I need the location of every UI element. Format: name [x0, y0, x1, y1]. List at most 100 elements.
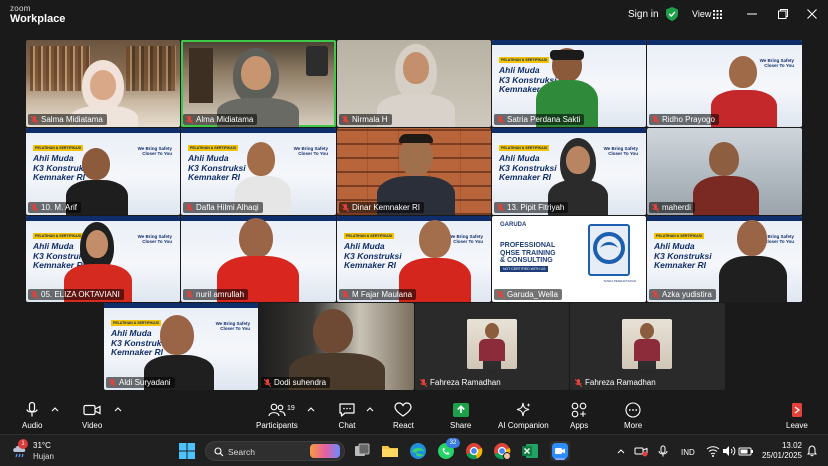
video-tile[interactable]: PELATIHAN & SERTIFIKASI Ahli Muda K3 Kons… — [647, 216, 802, 302]
chat-button[interactable]: Chat — [338, 402, 356, 430]
video-button[interactable]: Video — [82, 402, 102, 430]
mic-muted-icon — [186, 115, 193, 124]
promo-slogan-line: We Bring Safety — [759, 58, 794, 63]
video-tile[interactable]: Dodi suhendra — [259, 303, 414, 390]
leave-button[interactable]: Leave — [786, 402, 808, 430]
video-tile[interactable]: PELATIHAN & SERTIFIKASI Ahli Muda K3 Kons… — [492, 128, 646, 215]
notification-bell-icon[interactable] — [806, 441, 818, 461]
video-tile-camera-off[interactable]: Fahreza Ramadhan — [570, 303, 725, 390]
weather-widget[interactable]: 1 31°C Hujan — [11, 439, 71, 462]
mic-muted-icon — [497, 290, 504, 299]
participants-count: 19 — [287, 405, 295, 412]
excel-icon[interactable] — [520, 441, 540, 461]
wifi-icon[interactable] — [706, 441, 720, 461]
microphone-tray-icon[interactable] — [656, 441, 670, 461]
door-frame — [189, 48, 213, 103]
video-tile-camera-off[interactable]: Fahreza Ramadhan — [415, 303, 569, 390]
video-tile[interactable]: We Bring Safety Closer To You Ridho Prayo… — [647, 40, 802, 127]
heart-icon — [394, 402, 413, 417]
video-tile[interactable]: Nirmala H — [337, 40, 491, 127]
promo-tag: PELATIHAN & SERTIFIKASI — [111, 320, 162, 326]
grid-view-icon[interactable] — [713, 10, 722, 19]
battery-icon[interactable] — [738, 441, 754, 461]
taskbar-clock[interactable]: 13.02 25/01/2025 — [760, 441, 802, 461]
volume-icon[interactable] — [722, 441, 736, 461]
promo-title: Ahli Muda K3 Konstruksi Kemnaker RI — [654, 241, 712, 271]
video-tile[interactable]: PELATIHAN & SERTIFIKASI Ahli Muda K3 Kons… — [26, 216, 180, 302]
ai-companion-button[interactable]: AI Companion — [498, 402, 549, 430]
zoom-taskbar-app[interactable] — [550, 441, 570, 461]
leave-label: Leave — [786, 421, 808, 430]
windows-start-icon[interactable] — [177, 441, 197, 461]
video-tile[interactable]: PELATIHAN & SERTIFIKASI Ahli Muda K3 Kons… — [337, 216, 491, 302]
promo-title-line: K3 Konstruksi — [188, 162, 246, 173]
more-button[interactable]: More — [624, 402, 642, 430]
promo-title-line: K3 Konstruksi — [654, 250, 712, 261]
video-tile[interactable]: PELATIHAN & SERTIFIKASI Ahli Muda K3 Kons… — [26, 128, 180, 215]
video-tile[interactable]: PELATIHAN & SERTIFIKASI Ahli Muda K3 Kons… — [104, 303, 258, 390]
promo-title-line: Ahli Muda — [499, 65, 540, 75]
input-language[interactable]: IND — [681, 448, 695, 457]
video-tile[interactable]: Salma Midiatama — [26, 40, 180, 127]
promo-slogan: We Bring Safety Closer To You — [294, 146, 328, 157]
sign-in-link[interactable]: Sign in — [628, 9, 659, 20]
video-tile[interactable]: Dinar Kemnaker RI — [337, 128, 491, 215]
participant-name-tag: 13. Pipit Fitriyah — [494, 202, 569, 213]
mic-muted-icon — [342, 290, 349, 299]
show-hidden-icons-chevron-icon[interactable] — [616, 441, 626, 461]
whatsapp-app[interactable]: 32 — [436, 438, 460, 461]
file-explorer-icon[interactable] — [380, 441, 400, 461]
promo-slogan-line: Closer To You — [764, 239, 794, 245]
brand-large: Workplace — [10, 13, 66, 25]
apps-button[interactable]: Apps — [570, 402, 588, 430]
weather-badge: 1 — [18, 439, 28, 449]
mic-muted-icon — [497, 203, 504, 212]
participants-options-chevron-up-icon[interactable] — [307, 406, 315, 412]
video-options-chevron-up-icon[interactable] — [114, 406, 122, 412]
face — [239, 218, 273, 258]
garuda-heading-line: QHSE TRAINING — [500, 249, 556, 257]
share-screen-icon — [452, 403, 469, 417]
react-button[interactable]: React — [393, 402, 414, 430]
promo-bar — [647, 216, 802, 221]
profile-picture — [467, 319, 517, 369]
task-view-icon[interactable] — [352, 441, 372, 461]
chat-options-chevron-up-icon[interactable] — [366, 406, 374, 412]
video-tile[interactable]: PELATIHAN & SERTIFIKASI Ahli Muda K3 Kons… — [492, 40, 646, 127]
mic-muted-icon — [186, 203, 193, 212]
chrome-profile-icon[interactable] — [492, 441, 512, 461]
chrome-icon[interactable] — [464, 441, 484, 461]
participants-label: Participants — [256, 421, 298, 430]
minimize-icon[interactable] — [746, 8, 758, 20]
video-label: Video — [82, 421, 103, 430]
face — [247, 142, 275, 176]
video-tile[interactable]: maherdi — [647, 128, 802, 215]
video-tile[interactable]: PELATIHAN & SERTIFIKASI Ahli Muda K3 Kons… — [181, 128, 336, 215]
shield-check-icon[interactable] — [666, 7, 678, 21]
audio-options-chevron-up-icon[interactable] — [51, 406, 59, 412]
close-icon[interactable] — [806, 8, 818, 20]
edge-browser-icon[interactable] — [408, 441, 428, 461]
video-tile-active-speaker[interactable]: Alma Midiatama — [181, 40, 336, 127]
participant-name: 13. Pipit Fitriyah — [507, 203, 565, 212]
view-menu[interactable]: View — [692, 9, 711, 19]
video-tile[interactable]: GARUDA PROFESSIONAL QHSE TRAINING & CONSUL… — [492, 216, 646, 302]
taskbar-search-box[interactable]: Search — [205, 441, 345, 461]
promo-slogan: We Bring Safety Closer To You — [449, 234, 483, 245]
participant-name-tag: 05. ELIZA OKTAVIANI — [28, 289, 124, 300]
participant-name: Alma Midiatama — [196, 115, 254, 124]
share-button[interactable]: Share — [450, 402, 471, 430]
promo-title-line: Ahli Muda — [188, 153, 229, 163]
video-tile[interactable]: nuril amrullah — [181, 216, 336, 302]
participant-name: Fahreza Ramadhan — [430, 378, 501, 387]
promo-title-line: Ahli Muda — [33, 241, 74, 251]
audio-button[interactable]: Audio — [22, 402, 42, 430]
camera-off-tray-icon[interactable] — [634, 441, 648, 461]
bookshelf — [30, 46, 90, 91]
torso — [719, 256, 787, 302]
restore-icon[interactable] — [777, 8, 789, 20]
garuda-heading: PROFESSIONAL QHSE TRAINING & CONSULTING — [500, 242, 556, 265]
promo-slogan-line: We Bring Safety — [603, 146, 638, 151]
video-gallery: Salma Midiatama Alma Midiatama Nirmala H — [26, 40, 802, 390]
promo-slogan-line: Closer To You — [298, 151, 328, 157]
